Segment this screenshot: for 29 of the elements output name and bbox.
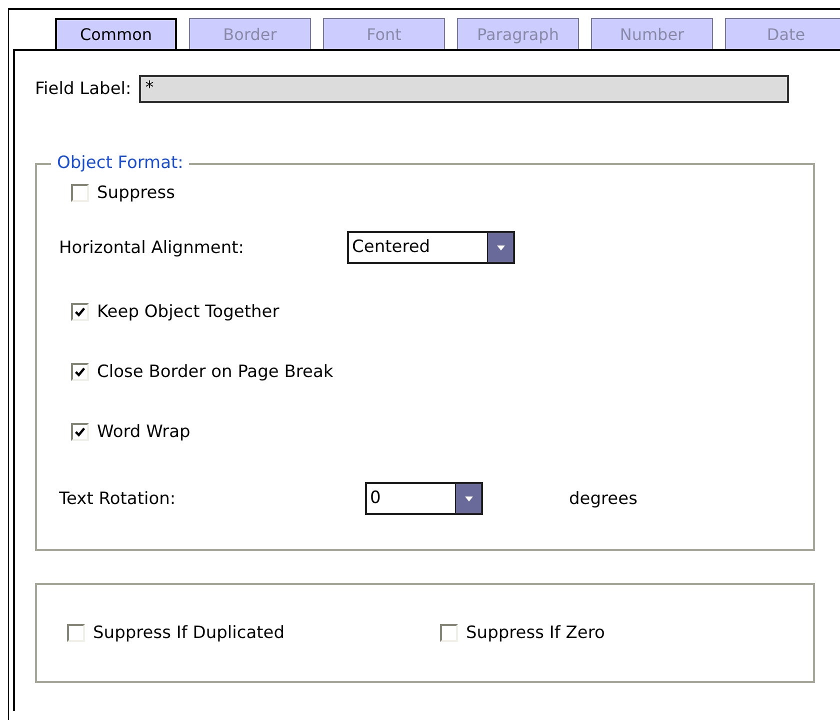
tab[interactable]: Font bbox=[323, 18, 445, 49]
checkbox[interactable] bbox=[67, 624, 85, 642]
checkbox-label: Keep Object Together bbox=[97, 302, 280, 322]
checkbox[interactable] bbox=[440, 624, 458, 642]
field-label-label: Field Label: bbox=[35, 79, 132, 99]
check-icon bbox=[74, 366, 86, 378]
select-label: Text Rotation: bbox=[59, 488, 177, 508]
checkbox[interactable] bbox=[71, 184, 89, 202]
checkbox[interactable] bbox=[71, 423, 89, 441]
field-label-input[interactable]: * bbox=[139, 75, 790, 103]
group-title: Object Format: bbox=[51, 153, 190, 173]
unit-label: degrees bbox=[569, 488, 638, 508]
tab[interactable]: Common bbox=[55, 18, 177, 49]
select-label: Horizontal Alignment: bbox=[59, 238, 246, 258]
checkbox-label: Word Wrap bbox=[97, 422, 190, 442]
checkbox-label: Suppress bbox=[97, 183, 175, 203]
checkbox-label: Close Border on Page Break bbox=[97, 362, 334, 382]
checkbox-label: Suppress If Zero bbox=[466, 623, 605, 643]
checkbox[interactable] bbox=[71, 303, 89, 321]
dropdown[interactable]: Centered bbox=[347, 231, 515, 264]
tab[interactable]: Number bbox=[591, 18, 713, 49]
tab[interactable]: Paragraph bbox=[457, 18, 579, 49]
check-icon bbox=[74, 426, 86, 438]
checkbox-label: Suppress If Duplicated bbox=[93, 623, 285, 643]
checkbox[interactable] bbox=[71, 363, 89, 381]
tab[interactable]: Border bbox=[189, 18, 311, 49]
check-icon bbox=[74, 306, 86, 318]
tab[interactable]: Date bbox=[725, 18, 840, 49]
dropdown[interactable]: 0 bbox=[365, 482, 483, 515]
